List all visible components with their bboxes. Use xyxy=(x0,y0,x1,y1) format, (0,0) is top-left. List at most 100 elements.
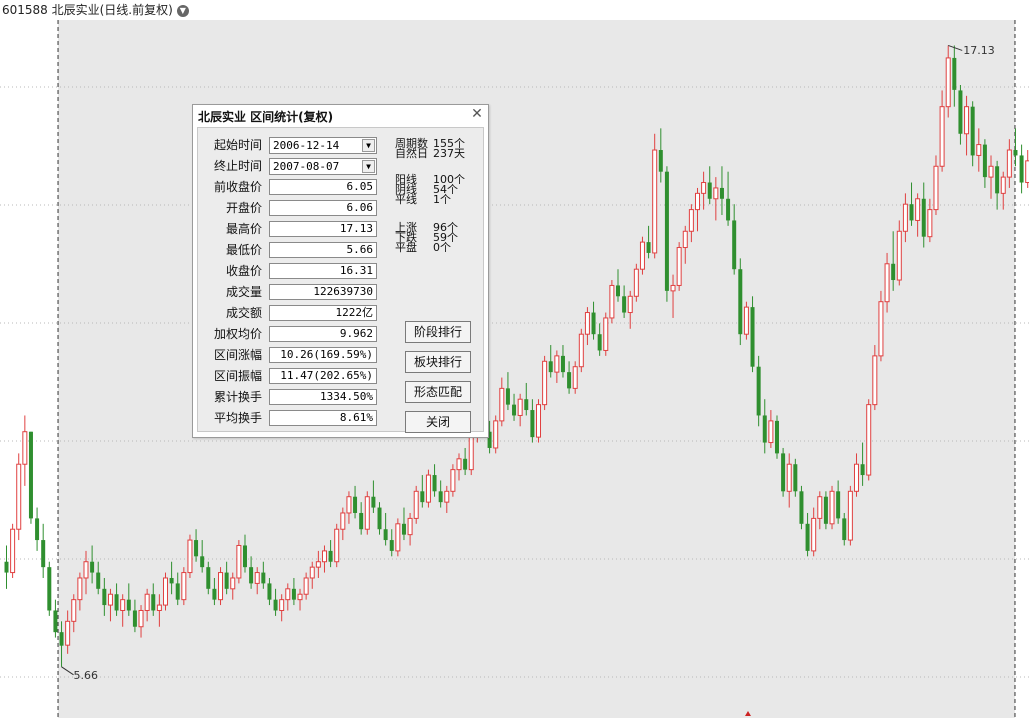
candle-body xyxy=(41,540,46,568)
candle-body xyxy=(22,431,28,465)
candle-body xyxy=(1000,176,1006,194)
candle-body xyxy=(102,588,107,606)
field-label: 成交量 xyxy=(225,285,262,299)
stat-value-field[interactable]: 1222亿 xyxy=(269,305,377,321)
stat-value-field[interactable]: 6.06 xyxy=(269,200,377,216)
stat-value-field[interactable]: 122639730 xyxy=(269,284,377,300)
candle-body xyxy=(65,620,71,646)
sector-ranking-button[interactable]: 板块排行 xyxy=(405,351,471,373)
candle-body xyxy=(633,268,639,297)
start-date-select[interactable]: 2006-12-14 ▼ xyxy=(269,137,377,154)
field-label: 最低价 xyxy=(225,243,262,257)
candle-body xyxy=(279,599,285,611)
date-value: 2007-08-07 xyxy=(273,160,340,173)
candle-body xyxy=(162,577,168,606)
candle-body xyxy=(401,523,406,535)
candle-body xyxy=(450,469,456,492)
candle-body xyxy=(420,491,425,503)
field-label: 收盘价 xyxy=(225,264,262,278)
candle-body xyxy=(175,583,180,600)
candle-body xyxy=(976,144,982,156)
candle-body xyxy=(328,550,333,562)
candle-body xyxy=(756,366,761,416)
close-icon[interactable]: ✕ xyxy=(470,107,484,121)
candle-body xyxy=(536,404,542,438)
candle-body xyxy=(181,572,187,601)
close-button[interactable]: 关闭 xyxy=(405,411,471,433)
field-label: 平均换手 xyxy=(213,411,262,425)
candle-body xyxy=(713,187,719,200)
candle-body xyxy=(413,490,419,519)
stat-value-field[interactable]: 6.05 xyxy=(269,179,377,195)
candle-body xyxy=(285,588,291,601)
chevron-down-icon[interactable]: ▼ xyxy=(176,4,189,17)
field-label: 前收盘价 xyxy=(213,180,262,194)
candle-body xyxy=(273,599,278,611)
candle-body xyxy=(254,572,260,584)
dropdown-arrow-icon[interactable]: ▼ xyxy=(362,139,375,152)
candle-body xyxy=(884,263,890,303)
candle-body xyxy=(187,539,193,574)
candle-body xyxy=(267,583,272,600)
stage-ranking-button[interactable]: 阶段排行 xyxy=(405,321,471,343)
candle-body xyxy=(732,220,737,270)
stat-value-field[interactable]: 1334.50% xyxy=(269,389,377,405)
candle-body xyxy=(786,463,792,492)
stat-value-field[interactable]: 9.962 xyxy=(269,326,377,342)
candle-body xyxy=(658,150,663,172)
candle-body xyxy=(817,496,823,519)
candle-body xyxy=(768,420,774,444)
candle-body xyxy=(584,312,590,335)
candle-body xyxy=(377,507,382,530)
candle-body xyxy=(572,366,578,389)
stat-value-field[interactable]: 16.31 xyxy=(269,263,377,279)
candle-body xyxy=(646,242,651,253)
summary-stat: 平线 1个 xyxy=(395,194,451,206)
candle-body xyxy=(389,540,394,551)
pattern-match-button[interactable]: 形态匹配 xyxy=(405,381,471,403)
stat-value-field[interactable]: 11.47(202.65%) xyxy=(269,368,377,384)
stat-value-field[interactable]: 8.61% xyxy=(269,410,377,426)
candle-body xyxy=(96,572,101,589)
candle-body xyxy=(750,307,755,367)
field-label: 终止时间 xyxy=(213,159,262,173)
candle-body xyxy=(958,90,963,134)
candle-body xyxy=(866,404,872,476)
candle-body xyxy=(364,496,370,530)
candle-body xyxy=(303,577,309,595)
candle-body xyxy=(456,458,462,471)
dropdown-arrow-icon[interactable]: ▼ xyxy=(362,160,375,173)
candle-body xyxy=(194,540,199,557)
candle-body xyxy=(463,458,468,470)
summary-stat-value: 1个 xyxy=(433,193,451,206)
candle-body xyxy=(676,247,682,286)
candle-body xyxy=(90,561,95,573)
candle-body xyxy=(578,333,584,368)
candle-body xyxy=(726,198,731,221)
dialog-body: 起始时间 2006-12-14 ▼ 终止时间 2007-08-07 ▼ 前收盘价 6.05 开盘… xyxy=(197,127,484,433)
candle-body xyxy=(395,523,401,552)
candle-body xyxy=(425,474,431,503)
candle-body xyxy=(682,230,688,249)
candle-body xyxy=(548,361,553,373)
field-label: 累计换手 xyxy=(213,390,262,404)
candle-body xyxy=(334,528,340,563)
interval-stats-dialog: 北辰实业 区间统计(复权) ✕ 起始时间 2006-12-14 ▼ 终止时间 2007-… xyxy=(192,104,489,438)
chart-canvas[interactable] xyxy=(0,0,1029,718)
stat-value-field[interactable]: 5.66 xyxy=(269,242,377,258)
candle-body xyxy=(340,512,346,530)
end-date-select[interactable]: 2007-08-07 ▼ xyxy=(269,158,377,175)
candle-body xyxy=(4,561,9,573)
candle-body xyxy=(1006,149,1012,178)
candle-body xyxy=(132,610,137,627)
candle-body xyxy=(156,604,162,611)
candle-body xyxy=(530,410,535,438)
candle-body xyxy=(407,517,413,536)
candlestick-chart[interactable] xyxy=(0,0,1029,718)
candle-body xyxy=(793,464,798,492)
summary-stat-label: 平线 xyxy=(395,193,417,206)
candle-body xyxy=(652,149,658,254)
stat-value-field[interactable]: 17.13 xyxy=(269,221,377,237)
stat-value-field[interactable]: 10.26(169.59%) xyxy=(269,347,377,363)
candle-body xyxy=(847,490,853,541)
